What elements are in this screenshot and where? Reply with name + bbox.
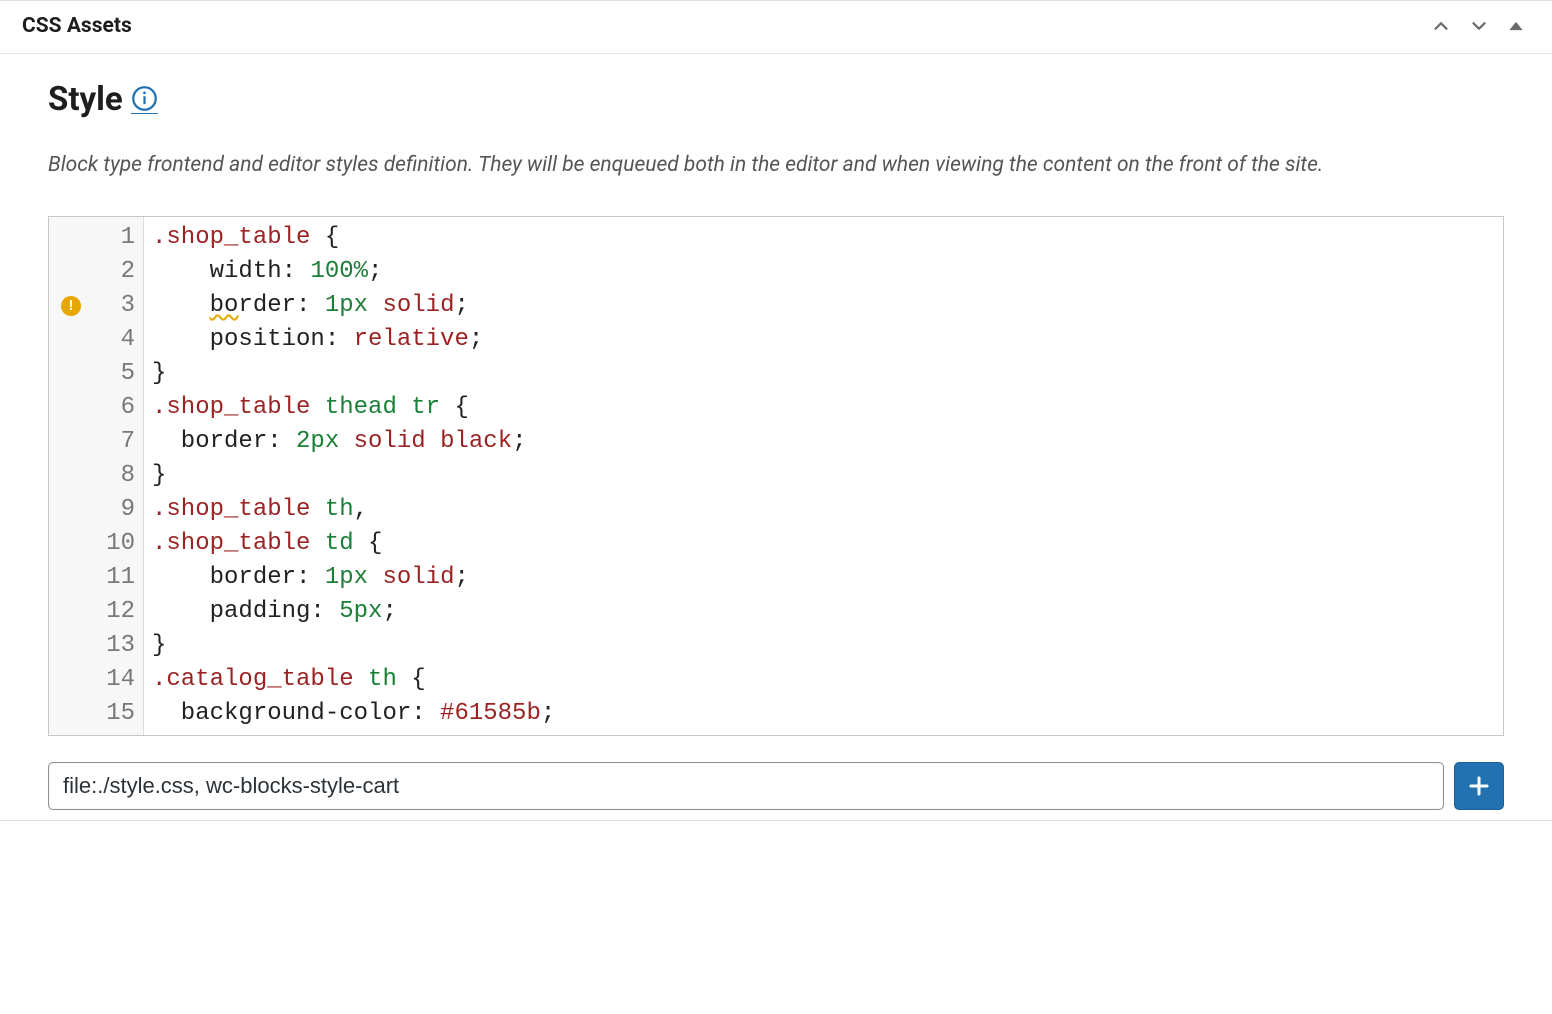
code-line[interactable]: .shop_table td { [152, 527, 1495, 561]
code-line[interactable]: } [152, 629, 1495, 663]
gutter-line: 11 [49, 561, 137, 595]
gutter-line: 1 [49, 221, 137, 255]
gutter-line: 13 [49, 629, 137, 663]
code-line[interactable]: } [152, 357, 1495, 391]
gutter-line: !3 [49, 289, 137, 323]
code-editor[interactable]: 12!3456789101112131415 .shop_table { wid… [48, 216, 1504, 736]
gutter-line: 12 [49, 595, 137, 629]
code-line[interactable]: border: 1px solid; [152, 561, 1495, 595]
move-up-button[interactable] [1426, 11, 1456, 41]
asset-row [48, 762, 1504, 810]
code-line[interactable]: width: 100%; [152, 255, 1495, 289]
code-line[interactable]: .catalog_table th { [152, 663, 1495, 697]
section-description: Block type frontend and editor styles de… [48, 147, 1504, 184]
section-header: Style [48, 80, 1504, 119]
asset-path-input[interactable] [48, 762, 1444, 810]
warning-icon[interactable]: ! [61, 296, 81, 316]
move-down-button[interactable] [1464, 11, 1494, 41]
gutter-line: 15 [49, 697, 137, 731]
code-line[interactable]: background-color: #61585b; [152, 697, 1495, 731]
code-line[interactable]: border: 1px solid; [152, 289, 1495, 323]
collapse-button[interactable] [1502, 12, 1530, 40]
gutter-line: 4 [49, 323, 137, 357]
gutter-line: 14 [49, 663, 137, 697]
css-assets-panel: CSS Assets Style Block type frontend and… [0, 0, 1552, 821]
editor-code-area[interactable]: .shop_table { width: 100%; border: 1px s… [144, 217, 1503, 735]
gutter-line: 2 [49, 255, 137, 289]
panel-content: Style Block type frontend and editor sty… [0, 54, 1552, 820]
code-line[interactable]: } [152, 459, 1495, 493]
gutter-line: 6 [49, 391, 137, 425]
gutter-line: 10 [49, 527, 137, 561]
code-line[interactable]: position: relative; [152, 323, 1495, 357]
editor-gutter: 12!3456789101112131415 [49, 217, 144, 735]
gutter-line: 8 [49, 459, 137, 493]
section-title: Style [48, 80, 123, 119]
panel-controls [1426, 11, 1530, 41]
gutter-line: 9 [49, 493, 137, 527]
code-line[interactable]: .shop_table th, [152, 493, 1495, 527]
code-line[interactable]: border: 2px solid black; [152, 425, 1495, 459]
gutter-line: 7 [49, 425, 137, 459]
code-line[interactable]: .shop_table { [152, 221, 1495, 255]
code-line[interactable]: padding: 5px; [152, 595, 1495, 629]
add-asset-button[interactable] [1454, 762, 1504, 810]
info-icon[interactable] [131, 85, 158, 114]
code-line[interactable]: .shop_table thead tr { [152, 391, 1495, 425]
panel-title: CSS Assets [22, 14, 132, 38]
panel-header: CSS Assets [0, 1, 1552, 54]
gutter-line: 5 [49, 357, 137, 391]
